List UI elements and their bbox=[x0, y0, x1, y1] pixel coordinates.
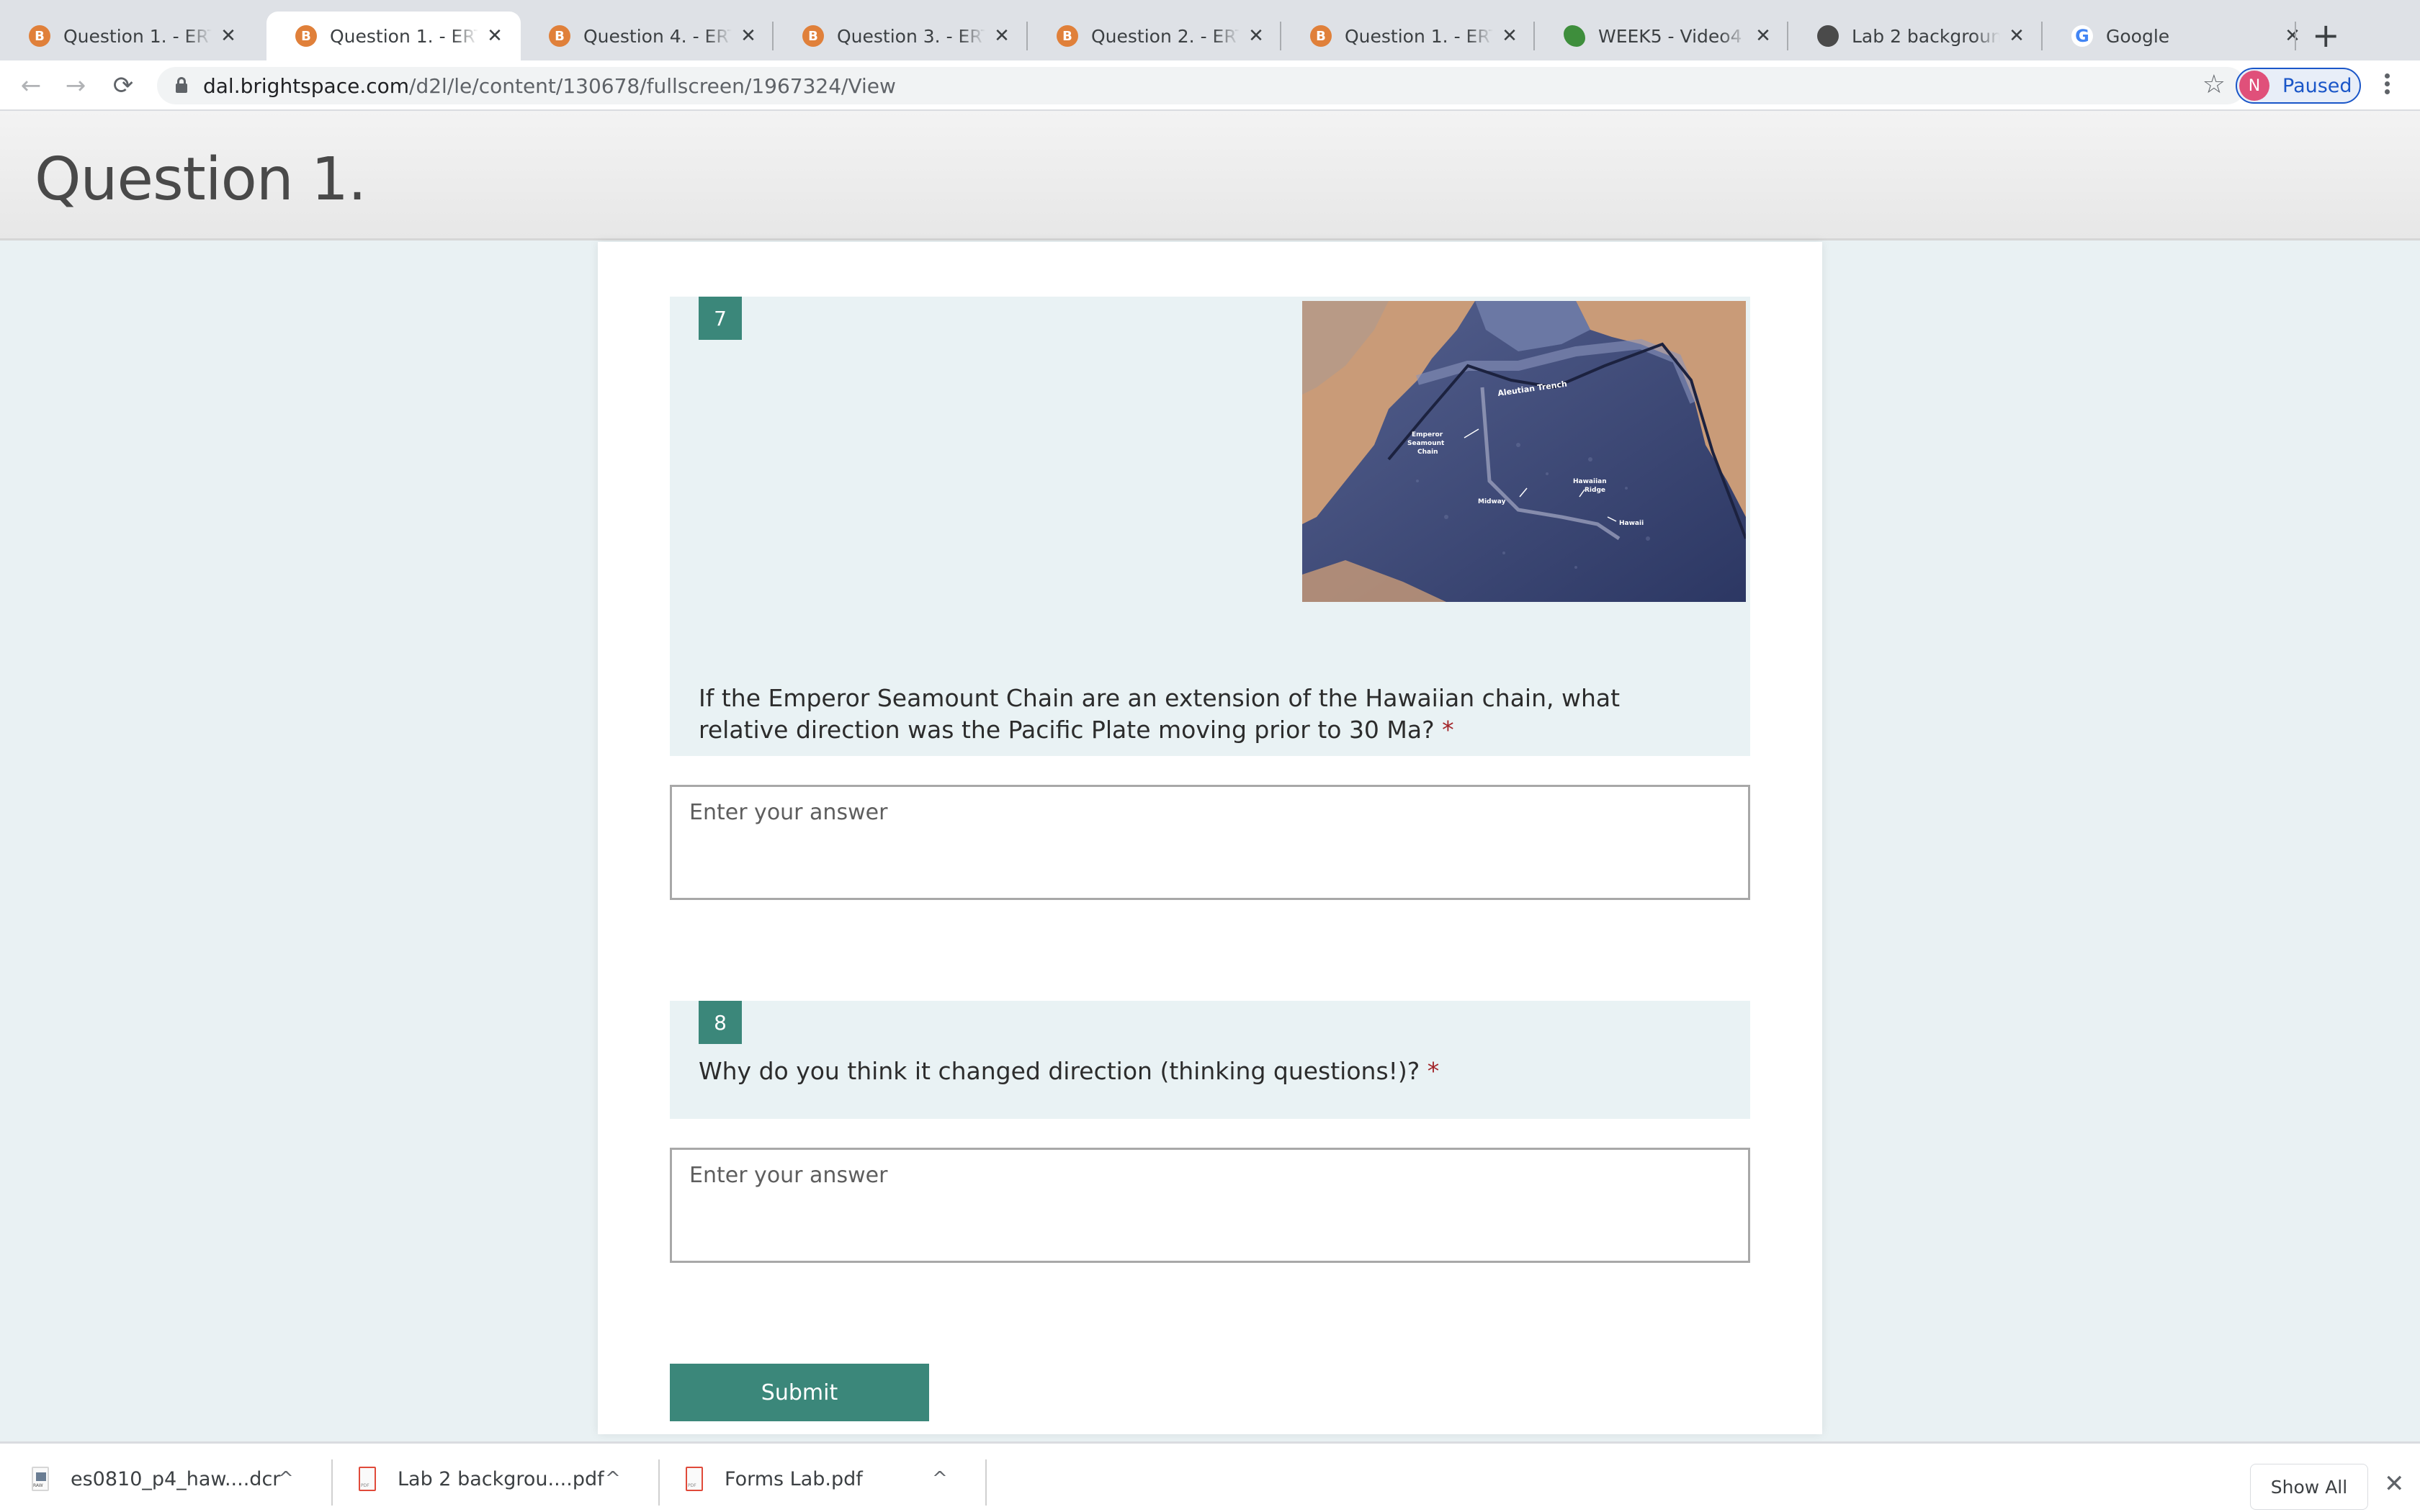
download-separator bbox=[658, 1459, 660, 1506]
close-tab-icon[interactable]: ✕ bbox=[484, 25, 506, 47]
question-7: 7 Aleutian Trench Emperor Seamount Chain… bbox=[670, 297, 1750, 756]
question-number-badge: 7 bbox=[699, 297, 742, 340]
tab-title: Question 4. - ERTH1 bbox=[583, 25, 732, 47]
tab-question-4[interactable]: B Question 4. - ERTH1 ✕ bbox=[520, 12, 774, 60]
required-marker: * bbox=[1442, 716, 1454, 744]
pdf-file-icon bbox=[686, 1467, 703, 1491]
new-tab-button[interactable]: + bbox=[2312, 16, 2340, 55]
close-shelf-icon[interactable]: ✕ bbox=[2384, 1470, 2405, 1498]
tab-strip: B Question 1. - ERTH1 ✕ B Question 1. - … bbox=[0, 0, 2420, 60]
brightspace-icon: B bbox=[802, 25, 824, 47]
google-icon: G bbox=[2071, 25, 2093, 47]
tab-title: Question 1. - ERTH1 bbox=[63, 25, 212, 47]
close-tab-icon[interactable]: ✕ bbox=[218, 25, 239, 47]
profile-button[interactable]: N Paused bbox=[2236, 68, 2361, 104]
question-prompt: If the Emperor Seamount Chain are an ext… bbox=[699, 684, 1621, 744]
raw-file-icon bbox=[32, 1467, 49, 1491]
avatar: N bbox=[2239, 71, 2269, 101]
download-separator bbox=[331, 1459, 333, 1506]
address-bar[interactable]: dal.brightspace.com/d2l/le/content/13067… bbox=[157, 67, 2246, 104]
close-tab-icon[interactable]: ✕ bbox=[1499, 25, 1520, 47]
page-title: Question 1. bbox=[35, 145, 367, 214]
brightspace-icon: B bbox=[1057, 25, 1078, 47]
tab-question-1-b[interactable]: B Question 1. - ERTH1 ✕ bbox=[1281, 12, 1535, 60]
chevron-up-icon[interactable]: ^ bbox=[605, 1468, 621, 1490]
tab-title: Question 2. - ERTH1 bbox=[1091, 25, 1240, 47]
tab-title: Question 1. - ERTH1 bbox=[1345, 25, 1493, 47]
tab-lab2-background[interactable]: Lab 2 background.p ✕ bbox=[1788, 12, 2042, 60]
back-button[interactable]: ← bbox=[16, 71, 46, 101]
close-tab-icon[interactable]: ✕ bbox=[738, 25, 759, 47]
map-label: Midway bbox=[1478, 498, 1506, 505]
url-path: /d2l/le/content/130678/fullscreen/196732… bbox=[409, 74, 896, 98]
forward-button[interactable]: → bbox=[60, 71, 91, 101]
download-item[interactable]: Lab 2 backgrou....pdf ^ bbox=[359, 1454, 621, 1504]
svg-text:Chain: Chain bbox=[1417, 449, 1438, 456]
close-tab-icon[interactable]: ✕ bbox=[1752, 25, 1774, 47]
show-all-downloads-button[interactable]: Show All bbox=[2250, 1464, 2368, 1510]
globe-icon bbox=[1817, 25, 1839, 47]
close-tab-icon[interactable]: ✕ bbox=[2282, 25, 2303, 47]
svg-text:Ridge: Ridge bbox=[1585, 487, 1605, 494]
tab-separator bbox=[2295, 22, 2296, 50]
download-filename: es0810_p4_haw....dcr bbox=[71, 1467, 281, 1490]
chevron-up-icon[interactable]: ^ bbox=[278, 1468, 294, 1490]
brightspace-icon: B bbox=[1310, 25, 1332, 47]
svg-text:Hawaiian: Hawaiian bbox=[1573, 478, 1607, 485]
tab-question-3[interactable]: B Question 3. - ERTH1 ✕ bbox=[774, 12, 1027, 60]
tab-title: Question 3. - ERTH1 bbox=[837, 25, 985, 47]
brightspace-icon: B bbox=[549, 25, 570, 47]
page-header: Question 1. bbox=[0, 111, 2420, 240]
tab-week5-video4[interactable]: WEEK5 - Video4 - P ✕ bbox=[1535, 12, 1788, 60]
download-separator bbox=[985, 1459, 987, 1506]
svg-text:Emperor: Emperor bbox=[1412, 431, 1443, 438]
pdf-file-icon bbox=[359, 1467, 376, 1491]
download-filename: Lab 2 backgrou....pdf bbox=[398, 1467, 604, 1490]
reload-button[interactable]: ⟳ bbox=[108, 71, 138, 101]
close-tab-icon[interactable]: ✕ bbox=[991, 25, 1013, 47]
url-text[interactable]: dal.brightspace.com/d2l/le/content/13067… bbox=[203, 74, 896, 98]
question-text: If the Emperor Seamount Chain are an ext… bbox=[699, 683, 1707, 746]
brightspace-icon: B bbox=[29, 25, 50, 47]
tab-title: Lab 2 background.p bbox=[1852, 25, 2000, 47]
download-item[interactable]: es0810_p4_haw....dcr ^ bbox=[32, 1454, 294, 1504]
question-number-badge: 8 bbox=[699, 1001, 742, 1044]
tab-question-1-active[interactable]: B Question 1. - ERTH1 ✕ bbox=[266, 12, 521, 60]
question-8: 8 Why do you think it changed direction … bbox=[670, 1001, 1750, 1119]
download-filename: Forms Lab.pdf bbox=[725, 1467, 863, 1490]
question-text: Why do you think it changed direction (t… bbox=[699, 1056, 1707, 1087]
close-tab-icon[interactable]: ✕ bbox=[1245, 25, 1267, 47]
svg-text:Seamount: Seamount bbox=[1407, 440, 1445, 447]
map-label: Hawaii bbox=[1619, 520, 1644, 527]
question-8-answer-input[interactable] bbox=[670, 1148, 1750, 1263]
download-shelf: es0810_p4_haw....dcr ^ Lab 2 backgrou...… bbox=[0, 1441, 2420, 1512]
tab-title: Question 1. - ERTH1 bbox=[330, 25, 478, 47]
question-7-answer-input[interactable] bbox=[670, 785, 1750, 900]
tab-question-1-a[interactable]: B Question 1. - ERTH1 ✕ bbox=[0, 12, 254, 60]
bookmark-star-icon[interactable]: ☆ bbox=[2202, 70, 2226, 99]
more-menu-icon[interactable] bbox=[2380, 71, 2394, 101]
form-card: 7 Aleutian Trench Emperor Seamount Chain… bbox=[598, 242, 1822, 1434]
brightspace-icon: B bbox=[295, 25, 317, 47]
tab-google[interactable]: G Google ✕ bbox=[2043, 12, 2318, 60]
download-item[interactable]: Forms Lab.pdf ^ bbox=[686, 1454, 948, 1504]
submit-button[interactable]: Submit bbox=[670, 1364, 929, 1421]
lock-icon[interactable] bbox=[176, 77, 187, 93]
profile-status: Paused bbox=[2282, 74, 2352, 97]
pacific-bathymetry-map-image: Aleutian Trench Emperor Seamount Chain H… bbox=[1302, 301, 1746, 602]
video-app-icon bbox=[1564, 25, 1585, 47]
tab-title: Google bbox=[2106, 25, 2170, 47]
tab-title: WEEK5 - Video4 - P bbox=[1598, 25, 1747, 47]
required-marker: * bbox=[1427, 1057, 1440, 1085]
chevron-up-icon[interactable]: ^ bbox=[932, 1468, 948, 1490]
close-tab-icon[interactable]: ✕ bbox=[2006, 25, 2027, 47]
url-domain: dal.brightspace.com bbox=[203, 74, 410, 98]
browser-toolbar: ← → ⟳ dal.brightspace.com/d2l/le/content… bbox=[0, 60, 2420, 111]
question-prompt: Why do you think it changed direction (t… bbox=[699, 1057, 1420, 1085]
tab-question-2[interactable]: B Question 2. - ERTH1 ✕ bbox=[1028, 12, 1281, 60]
